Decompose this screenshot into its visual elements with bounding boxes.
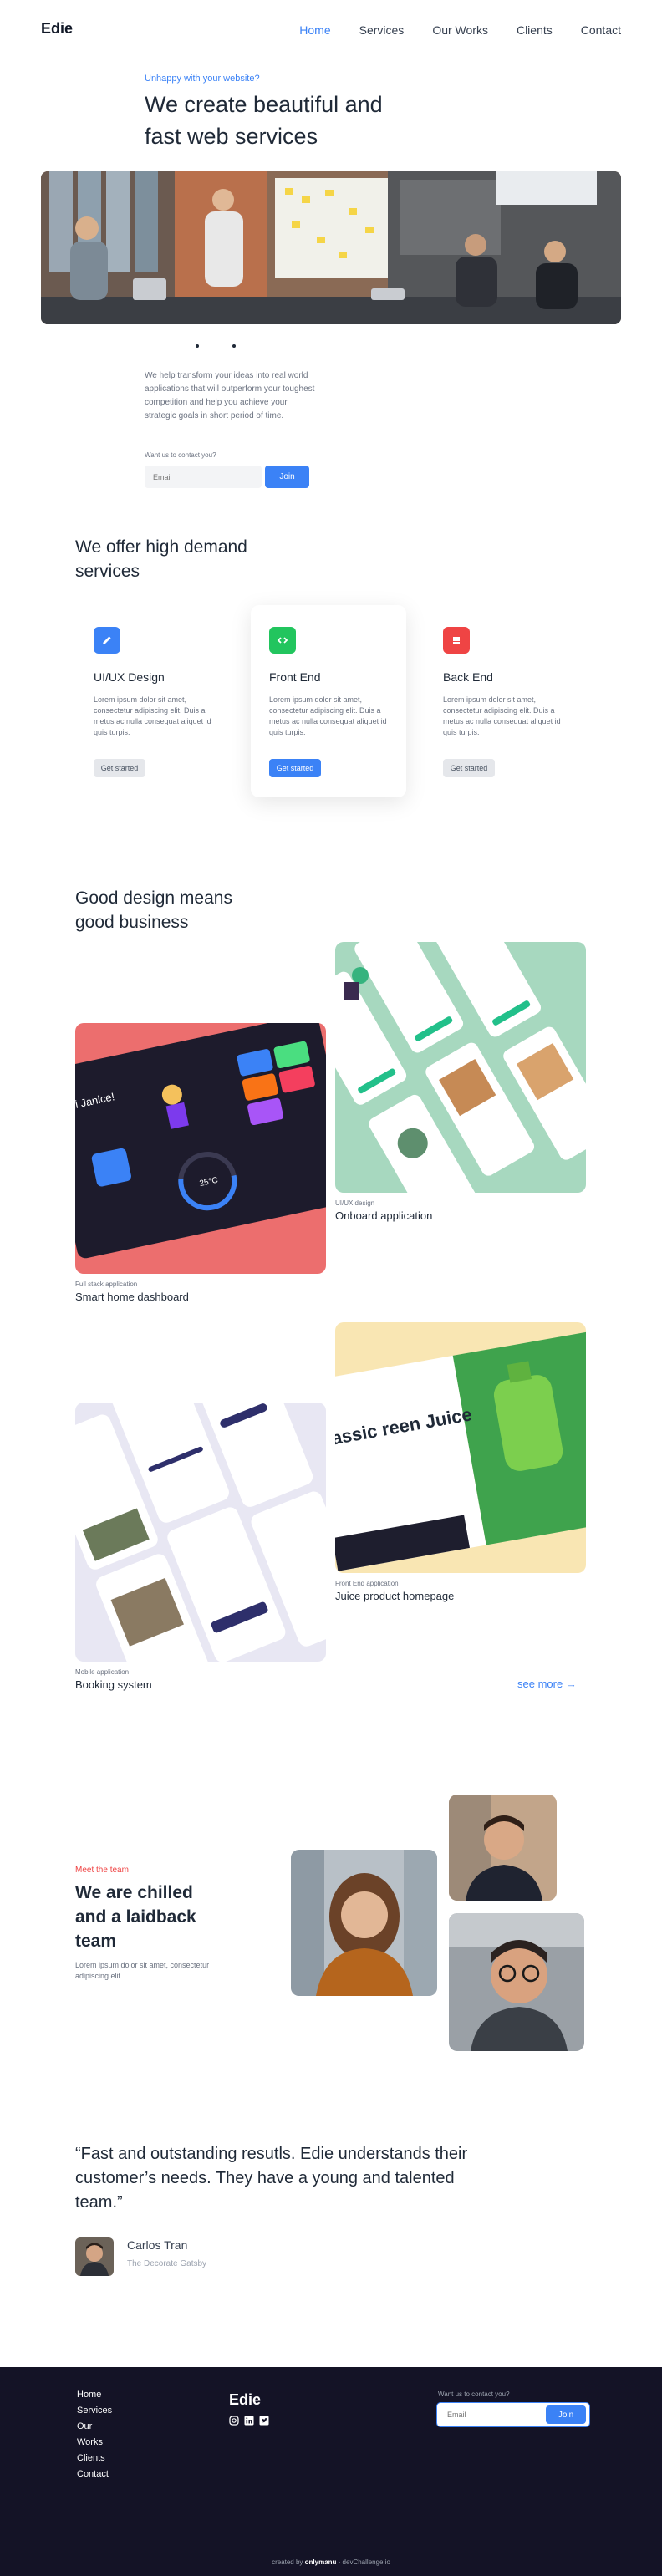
hero-signup: Join (145, 466, 309, 488)
project-category: Front End application (335, 1580, 399, 1587)
footer-link-contact[interactable]: Contact (77, 2469, 112, 2479)
footer-contact-label: Want us to contact you? (438, 2390, 510, 2398)
testimonial-company: The Decorate Gatsby (127, 2259, 207, 2268)
service-text: Lorem ipsum dolor sit amet, consectetur … (94, 695, 211, 736)
project-name[interactable]: Booking system (75, 1678, 152, 1691)
team-text: Lorem ipsum dolor sit amet, consectetur … (75, 1961, 210, 1980)
server-icon (443, 627, 470, 654)
contact-label: Want us to contact you? (145, 451, 216, 459)
see-more-label: see more (517, 1677, 563, 1690)
credit-author[interactable]: onlymanu (305, 2558, 337, 2566)
nav-our-works[interactable]: Our Works (432, 23, 488, 37)
project-category: Full stack application (75, 1280, 138, 1288)
services-title: We offer high demand services (75, 537, 247, 581)
footer-email-input[interactable] (440, 2406, 541, 2423)
nav-contact[interactable]: Contact (581, 23, 621, 37)
credit-suffix: - devChallenge.io (338, 2558, 390, 2566)
footer-join-button[interactable]: Join (546, 2405, 586, 2424)
footer-signup: Join (436, 2402, 590, 2427)
instagram-icon[interactable] (229, 2416, 239, 2426)
code-icon (269, 627, 296, 654)
team-eyebrow: Meet the team (75, 1866, 129, 1875)
project-name[interactable]: Onboard application (335, 1209, 432, 1222)
testimonial-quote: “Fast and outstanding resutls. Edie unde… (75, 2145, 468, 2212)
carousel-dots[interactable] (196, 344, 236, 348)
footer-link-home[interactable]: Home (77, 2390, 112, 2400)
logo[interactable]: Edie (41, 20, 73, 38)
footer-links: Home Services Our Works Clients Contact (77, 2390, 112, 2479)
footer-link-clients[interactable]: Clients (77, 2453, 112, 2463)
email-input[interactable] (145, 466, 262, 488)
pencil-icon (94, 627, 120, 654)
service-title: Back End (443, 670, 493, 684)
footer-logo[interactable]: Edie (229, 2391, 261, 2409)
footer-link-our[interactable]: Our (77, 2421, 112, 2431)
service-card-backend: Back End Lorem ipsum dolor sit amet, con… (425, 605, 580, 797)
testimonial-name: Carlos Tran (127, 2238, 188, 2252)
arrow-right-icon: → (565, 1677, 577, 1690)
footer: Home Services Our Works Clients Contact … (0, 2367, 662, 2576)
hero-title: We create beautiful and fast web service… (145, 92, 383, 149)
project-category: UI/UX design (335, 1199, 375, 1207)
get-started-button[interactable]: Get started (94, 759, 145, 777)
project-booking-image[interactable] (75, 1403, 326, 1662)
nav-services[interactable]: Services (359, 23, 405, 37)
project-name[interactable]: Smart home dashboard (75, 1291, 189, 1303)
footer-link-works[interactable]: Works (77, 2437, 112, 2447)
footer-link-services[interactable]: Services (77, 2405, 112, 2416)
service-card-frontend: Front End Lorem ipsum dolor sit amet, co… (251, 605, 406, 797)
project-category: Mobile application (75, 1668, 130, 1676)
main-nav: Home Services Our Works Clients Contact (299, 23, 621, 37)
nav-home[interactable]: Home (299, 23, 330, 37)
portfolio-title: Good design means good business (75, 888, 232, 932)
avatar (75, 2237, 114, 2276)
project-name[interactable]: Juice product homepage (335, 1590, 454, 1602)
service-text: Lorem ipsum dolor sit amet, consectetur … (443, 695, 561, 736)
project-smart-home-image[interactable]: Hi Janice! 25°C (75, 1023, 326, 1274)
hero-description: We help transform your ideas into real w… (145, 371, 315, 420)
team-photo-man-smiling (449, 1795, 557, 1901)
credit-line: created by onlymanu - devChallenge.io (0, 2558, 662, 2566)
hero-team-photo (41, 171, 621, 324)
get-started-button[interactable]: Get started (443, 759, 495, 777)
team-title: We are chilled and a laidback team (75, 1883, 196, 1951)
twitter-icon[interactable] (259, 2416, 269, 2426)
service-card-uiux: UI/UX Design Lorem ipsum dolor sit amet,… (75, 605, 231, 797)
nav-clients[interactable]: Clients (517, 23, 553, 37)
team-photo-woman (291, 1850, 437, 1996)
credit-prefix: created by (272, 2558, 303, 2566)
project-juice-image[interactable]: assic reen Juice (335, 1322, 586, 1573)
social-links (229, 2416, 269, 2426)
hero-eyebrow: Unhappy with your website? (145, 74, 260, 84)
service-title: UI/UX Design (94, 670, 165, 684)
join-button[interactable]: Join (265, 466, 309, 488)
linkedin-icon[interactable] (244, 2416, 254, 2426)
service-text: Lorem ipsum dolor sit amet, consectetur … (269, 695, 387, 736)
service-title: Front End (269, 670, 321, 684)
see-more-link[interactable]: see more → (517, 1677, 577, 1690)
get-started-button[interactable]: Get started (269, 759, 321, 777)
project-onboard-image[interactable] (335, 942, 586, 1193)
team-photo-man-glasses (449, 1913, 584, 2051)
